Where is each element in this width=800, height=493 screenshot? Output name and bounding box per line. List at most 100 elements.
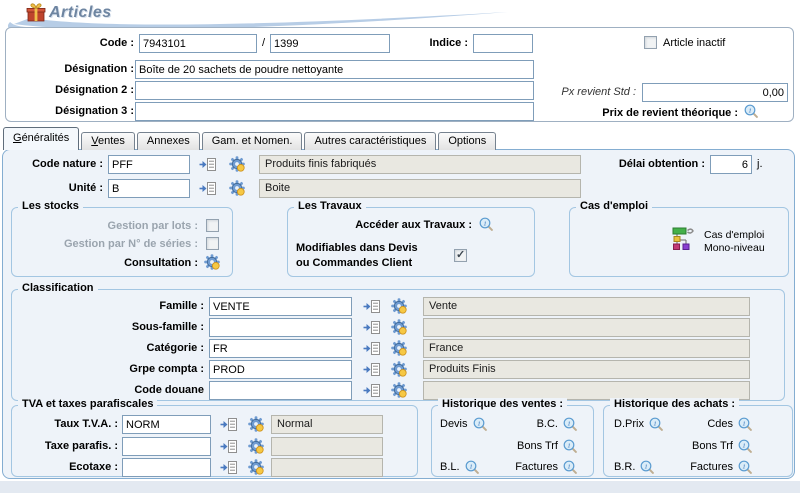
taxe-parafis-pick-list-icon[interactable] (220, 440, 237, 453)
delai-obtention-input[interactable] (710, 155, 752, 174)
categorie-gear-icon[interactable] (391, 340, 407, 356)
consultation-label: Consultation : (12, 257, 198, 269)
factures-achats-loupe-icon[interactable] (738, 460, 752, 474)
code-nature-gear-icon[interactable] (229, 156, 245, 172)
grpe-compta-gear-icon[interactable] (391, 361, 407, 377)
bons-trf-achats-loupe-icon[interactable] (738, 439, 752, 453)
code-douane-gear-icon[interactable] (391, 382, 407, 398)
gestion-par-series-checkbox[interactable] (206, 237, 219, 250)
ecotaxe-input[interactable] (122, 458, 211, 477)
unite-pick-list-icon[interactable] (199, 182, 216, 195)
famille-gear-icon[interactable] (391, 298, 407, 314)
tab-autres-caracteristiques[interactable]: Autres caractéristiques (304, 132, 436, 150)
group-classification: Classification Famille : Vente Sous-fami… (11, 289, 785, 401)
tab-ventes[interactable]: Ventes (81, 132, 135, 150)
acceder-travaux-loupe-icon[interactable] (479, 217, 493, 231)
taxe-parafis-gear-icon[interactable] (248, 438, 264, 454)
code-douane-input[interactable] (209, 381, 352, 400)
gestion-par-series-label: Gestion par N° de séries : (12, 238, 198, 250)
unite-input[interactable] (108, 179, 190, 198)
article-inactif-label: Article inactif (663, 37, 725, 49)
tab-annexes[interactable]: Annexes (137, 132, 200, 150)
code-douane-pick-list-icon[interactable] (363, 384, 380, 397)
code-label: Code : (6, 37, 134, 49)
categorie-label: Catégorie : (12, 342, 204, 354)
taxe-parafis-input[interactable] (122, 437, 211, 456)
code-input[interactable] (139, 34, 257, 53)
ecotaxe-pick-list-icon[interactable] (220, 461, 237, 474)
famille-input[interactable] (209, 297, 352, 316)
generalites-panel: Code nature : Produits finis fabriqués D… (2, 149, 795, 479)
ecotaxe-gear-icon[interactable] (248, 459, 264, 475)
taux-tva-gear-icon[interactable] (248, 416, 264, 432)
sous-famille-label: Sous-famille : (12, 321, 204, 333)
categorie-pick-list-icon[interactable] (363, 342, 380, 355)
articles-gift-icon (26, 3, 46, 22)
ecotaxe-description (271, 458, 383, 477)
bl-label: B.L. (440, 461, 460, 473)
br-label: B.R. (614, 461, 635, 473)
group-les-travaux: Les Travaux Accéder aux Travaux : Modifi… (287, 207, 535, 277)
prix-revient-theorique-loupe-icon[interactable] (744, 104, 758, 118)
px-revient-std-input[interactable] (642, 83, 788, 102)
bons-trf-ventes-loupe-icon[interactable] (563, 439, 577, 453)
tab-gam-et-nomen[interactable]: Gam. et Nomen. (202, 132, 303, 150)
grpe-compta-pick-list-icon[interactable] (363, 363, 380, 376)
famille-label: Famille : (12, 300, 204, 312)
bc-label: B.C. (537, 418, 558, 430)
delai-obtention-unit: j. (757, 158, 763, 170)
px-revient-std-label: Px revient Std : (446, 86, 636, 98)
group-cas-emploi: Cas d'emploi Cas d'emploi Mono-niveau (569, 207, 789, 277)
group-historique-ventes: Historique des ventes : Devis B.C. Bons … (431, 405, 594, 477)
delai-obtention-label: Délai obtention : (533, 158, 705, 170)
consultation-gear-icon[interactable] (204, 254, 220, 270)
grpe-compta-description: Produits Finis (423, 360, 750, 379)
code-douane-label: Code douane (12, 384, 204, 396)
bc-loupe-icon[interactable] (563, 417, 577, 431)
gestion-par-lots-checkbox[interactable] (206, 219, 219, 232)
designation3-label: Désignation 3 : (6, 105, 134, 117)
br-loupe-icon[interactable] (640, 460, 654, 474)
bl-loupe-icon[interactable] (465, 460, 479, 474)
cas-emploi-bom-icon[interactable] (672, 226, 698, 250)
famille-pick-list-icon[interactable] (363, 300, 380, 313)
indice-input[interactable] (473, 34, 533, 53)
indice-label: Indice : (346, 37, 468, 49)
cas-emploi-link[interactable]: Cas d'emploi Mono-niveau (704, 229, 765, 255)
factures-ventes-loupe-icon[interactable] (563, 460, 577, 474)
grpe-compta-label: Grpe compta : (12, 363, 204, 375)
taxe-parafis-label: Taxe parafis. : (12, 440, 118, 452)
cdes-label: Cdes (707, 418, 733, 430)
article-inactif-checkbox[interactable] (644, 36, 657, 49)
categorie-input[interactable] (209, 339, 352, 358)
code-separator: / (262, 37, 265, 49)
devis-loupe-icon[interactable] (473, 417, 487, 431)
taux-tva-input[interactable] (122, 415, 211, 434)
unite-description: Boite (259, 179, 581, 198)
categorie-description: France (423, 339, 750, 358)
tab-strip: Généralités Ventes Annexes Gam. et Nomen… (3, 127, 498, 150)
modifiables-checkbox[interactable] (454, 249, 467, 262)
dprix-label: D.Prix (614, 418, 644, 430)
cdes-loupe-icon[interactable] (738, 417, 752, 431)
devis-label: Devis (440, 418, 468, 430)
grpe-compta-input[interactable] (209, 360, 352, 379)
code-nature-input[interactable] (108, 155, 190, 174)
sous-famille-input[interactable] (209, 318, 352, 337)
tab-generalites[interactable]: Généralités (3, 127, 79, 150)
designation-input[interactable] (135, 60, 534, 79)
unite-gear-icon[interactable] (229, 180, 245, 196)
dprix-loupe-icon[interactable] (649, 417, 663, 431)
sous-famille-pick-list-icon[interactable] (363, 321, 380, 334)
taxe-parafis-description (271, 437, 383, 456)
gestion-par-lots-label: Gestion par lots : (12, 220, 198, 232)
taux-tva-pick-list-icon[interactable] (220, 418, 237, 431)
tva-row: Taux T.V.A. : Normal (12, 415, 417, 435)
tab-options[interactable]: Options (438, 132, 496, 150)
code-nature-label: Code nature : (3, 158, 103, 170)
code-nature-pick-list-icon[interactable] (199, 158, 216, 171)
group-les-stocks: Les stocks Gestion par lots : Gestion pa… (11, 207, 233, 277)
sous-famille-gear-icon[interactable] (391, 319, 407, 335)
bons-trf-achats-label: Bons Trf (692, 440, 733, 452)
designation2-label: Désignation 2 : (6, 84, 134, 96)
